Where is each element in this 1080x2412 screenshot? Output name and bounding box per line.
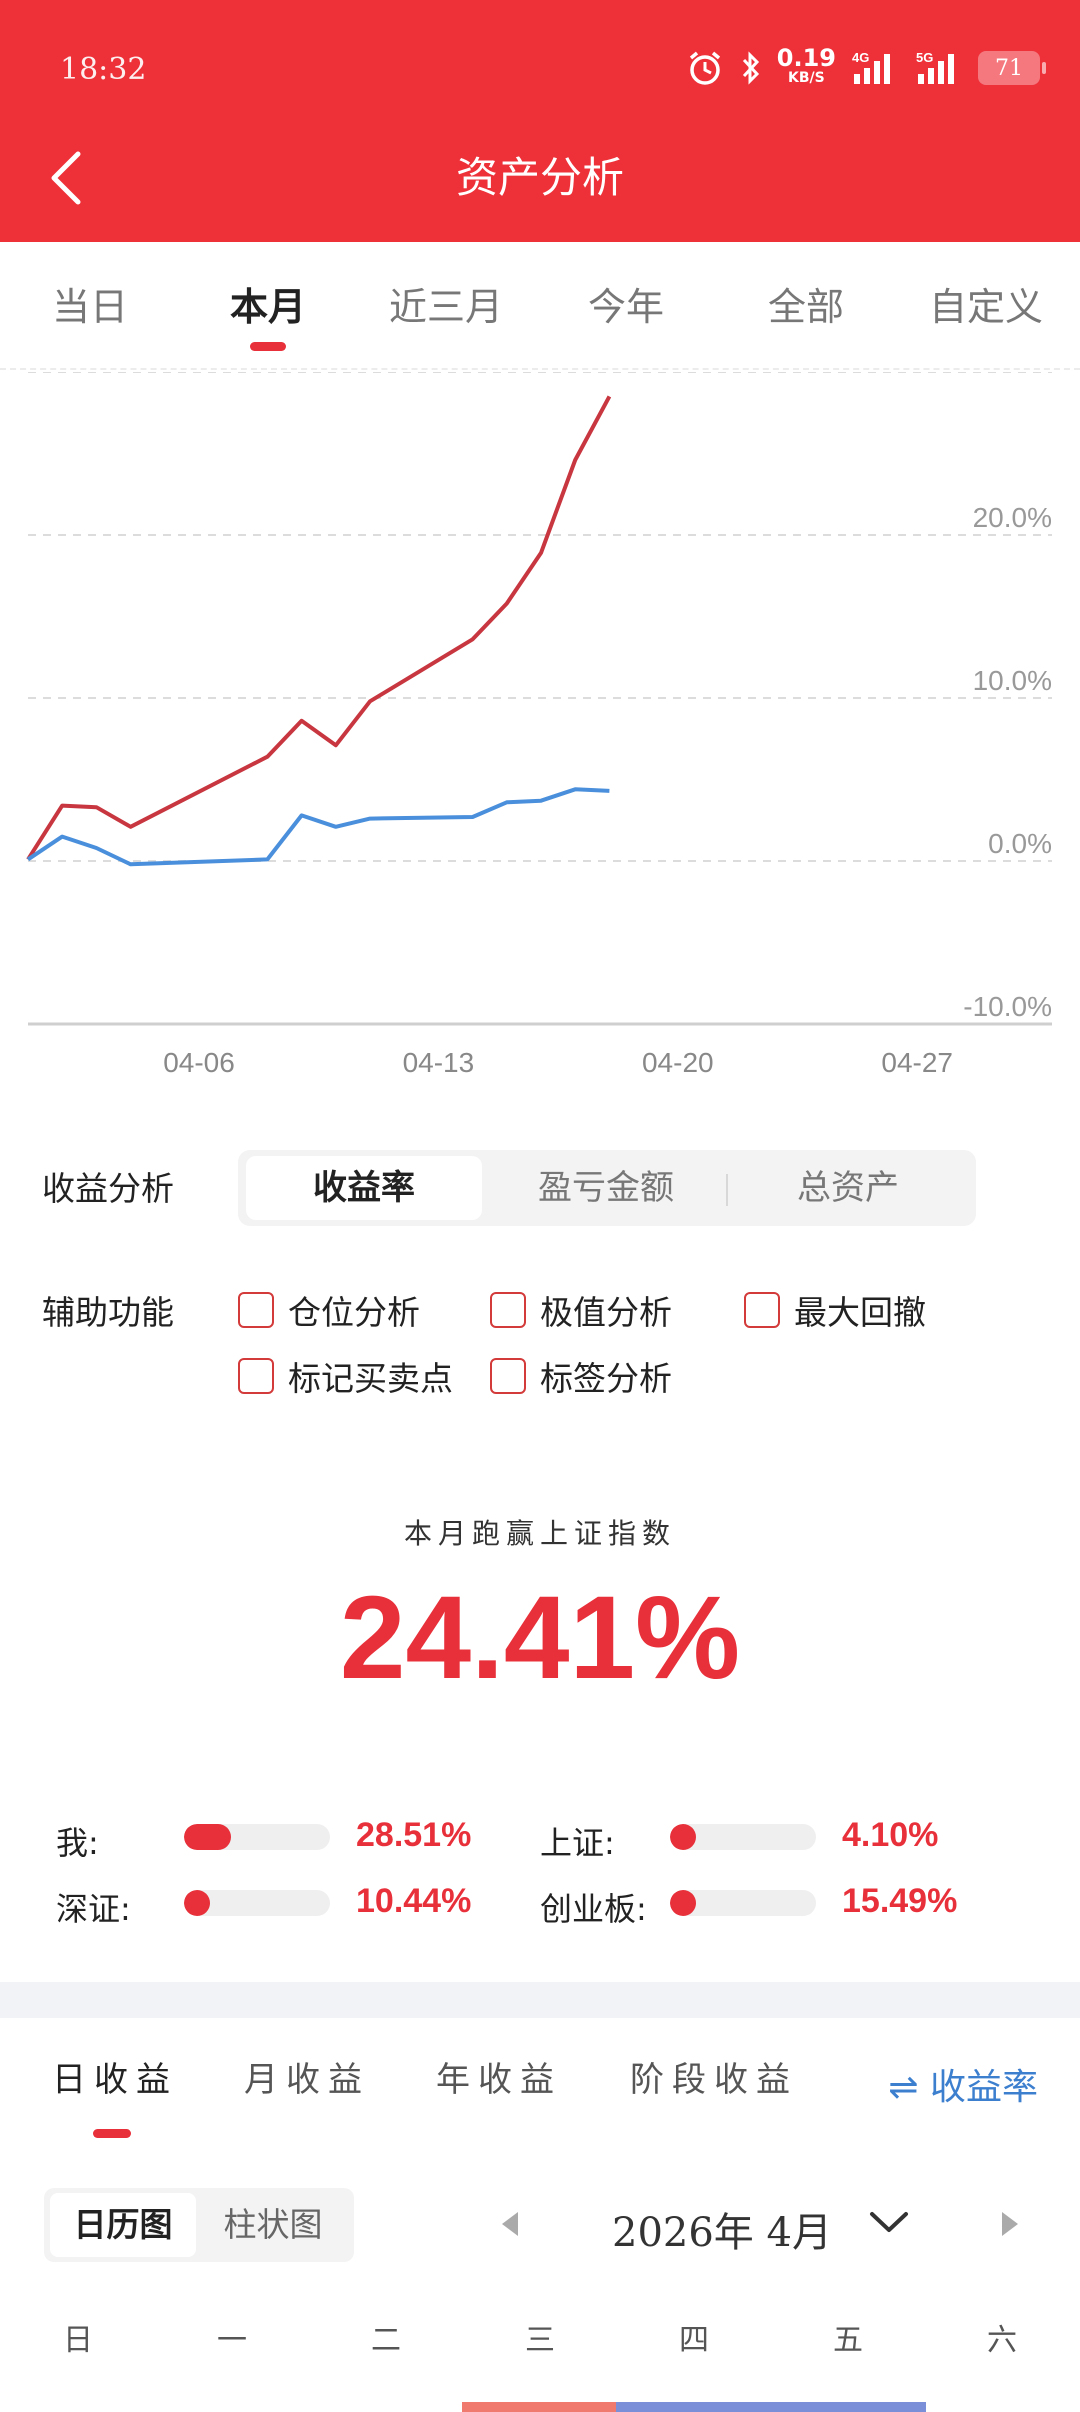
- me-value: 28.51%: [356, 1816, 472, 1854]
- shanghai-bar: [670, 1824, 816, 1850]
- y-tick-label: -10.0%: [963, 991, 1052, 1022]
- calendar-cell-strip-a: [462, 2402, 616, 2412]
- period-tabs: 当日 本月 近三月 今年 全部 自定义: [0, 242, 1080, 370]
- tab-stage-return[interactable]: 阶段收益: [630, 2052, 798, 2101]
- page-title: 资产分析: [455, 153, 624, 202]
- shanghai-label: 上证:: [540, 1824, 615, 1862]
- outperform-title: 本月跑赢上证指数: [403, 1517, 676, 1550]
- shenzhen-value: 10.44%: [356, 1882, 472, 1920]
- app-header: 18:32 0.19 KB/S 4G 5G 71 资产分析: [0, 0, 1080, 242]
- prev-month-icon[interactable]: [496, 2206, 526, 2242]
- checkbox-position-analysis[interactable]: 仓位分析: [238, 1286, 420, 1334]
- shenzhen-bar: [184, 1890, 330, 1916]
- analysis-segmented-control: 收益率 盈亏金额 总资产: [238, 1150, 976, 1226]
- signal-5g-icon: 5G: [916, 50, 954, 84]
- x-tick-label: 04-27: [881, 1047, 953, 1078]
- return-chart-svg: 20.0% 10.0% 0.0% -10.0% 04-06 04-13 04-20 04-2…: [26, 372, 1052, 1078]
- x-tick-label: 04-20: [642, 1047, 714, 1078]
- tab-three-months[interactable]: 近三月: [356, 276, 536, 331]
- tab-monthly-return[interactable]: 月收益: [244, 2052, 370, 2101]
- status-time: 18:32: [60, 52, 147, 87]
- tab-today[interactable]: 当日: [0, 276, 180, 331]
- view-calendar[interactable]: 日历图: [50, 2193, 196, 2257]
- tab-this-month[interactable]: 本月: [178, 276, 358, 331]
- calendar-view-switch: 日历图 柱状图: [44, 2188, 354, 2262]
- shenzhen-label: 深证:: [56, 1890, 131, 1928]
- y-tick-label: 20.0%: [973, 502, 1052, 533]
- checkbox-mark-trades[interactable]: 标记买卖点: [238, 1352, 453, 1400]
- weekday-fri: 五: [833, 2323, 863, 2358]
- next-month-icon[interactable]: [994, 2206, 1024, 2242]
- weekday-thu: 四: [679, 2323, 709, 2358]
- checkbox-extremum-analysis[interactable]: 极值分析: [490, 1286, 672, 1334]
- segment-return-rate[interactable]: 收益率: [246, 1156, 482, 1220]
- active-tab-indicator: [250, 342, 286, 351]
- checkbox-tag-analysis[interactable]: 标签分析: [490, 1352, 672, 1400]
- checkbox-box[interactable]: [238, 1292, 274, 1328]
- aux-label: 辅助功能: [42, 1293, 174, 1332]
- return-chart: 20.0% 10.0% 0.0% -10.0% 04-06 04-13 04-20 04-2…: [0, 372, 1080, 1082]
- shenzhen-bar-fill: [184, 1890, 210, 1916]
- tab-custom[interactable]: 自定义: [896, 276, 1076, 331]
- period-tab-indicator: [93, 2129, 131, 2138]
- outperform-value: 24.41%: [339, 1572, 741, 1704]
- checkbox-box[interactable]: [744, 1292, 780, 1328]
- y-tick-label: 10.0%: [973, 665, 1052, 696]
- tab-daily-return[interactable]: 日收益: [52, 2052, 178, 2101]
- weekday-sun: 日: [63, 2323, 93, 2358]
- signal-4g-icon: 4G: [852, 50, 890, 84]
- chinext-value: 15.49%: [842, 1882, 958, 1920]
- checkbox-box[interactable]: [490, 1358, 526, 1394]
- status-icons: 0.19 KB/S 4G 5G 71: [685, 44, 1046, 90]
- x-tick-label: 04-13: [403, 1047, 475, 1078]
- index-return-line: [26, 787, 610, 867]
- alarm-icon: [689, 51, 720, 85]
- month-label: 2026年 4月: [612, 2210, 832, 2256]
- svg-text:5G: 5G: [916, 50, 933, 65]
- section-separator: [0, 1982, 1080, 2018]
- chinext-bar: [670, 1890, 816, 1916]
- me-bar-fill: [184, 1824, 231, 1850]
- yield-toggle-button[interactable]: ⇌ 收益率: [888, 2058, 1038, 2110]
- weekday-tue: 二: [371, 2323, 401, 2358]
- segment-total-assets[interactable]: 总资产: [730, 1156, 966, 1220]
- checkbox-box[interactable]: [490, 1292, 526, 1328]
- shanghai-value: 4.10%: [842, 1816, 939, 1854]
- x-tick-label: 04-06: [163, 1047, 235, 1078]
- chinext-label: 创业板:: [540, 1890, 647, 1928]
- tab-all[interactable]: 全部: [716, 276, 896, 331]
- weekday-mon: 一: [217, 2323, 247, 2358]
- shanghai-bar-fill: [670, 1824, 696, 1850]
- segment-profit-amount[interactable]: 盈亏金额: [488, 1156, 724, 1220]
- y-tick-label: 0.0%: [988, 828, 1052, 859]
- view-bar-chart[interactable]: 柱状图: [200, 2193, 346, 2257]
- weekday-wed: 三: [525, 2323, 555, 2358]
- checkbox-max-drawdown[interactable]: 最大回撤: [744, 1286, 926, 1334]
- me-label: 我:: [56, 1824, 99, 1862]
- analysis-label: 收益分析: [42, 1169, 174, 1208]
- weekday-sat: 六: [987, 2323, 1017, 2358]
- calendar-cell-strip-b: [616, 2402, 926, 2412]
- bluetooth-icon: [742, 51, 759, 85]
- chinext-bar-fill: [670, 1890, 696, 1916]
- chevron-down-icon[interactable]: [866, 2202, 912, 2242]
- battery-indicator: 71: [978, 51, 1046, 85]
- me-bar: [184, 1824, 330, 1850]
- segment-divider: [726, 1174, 728, 1206]
- net-speed: 0.19 KB/S: [776, 44, 836, 86]
- my-return-line: [26, 395, 612, 861]
- checkbox-box[interactable]: [238, 1358, 274, 1394]
- svg-text:4G: 4G: [852, 50, 869, 65]
- tab-this-year[interactable]: 今年: [536, 276, 716, 331]
- tab-yearly-return[interactable]: 年收益: [436, 2052, 562, 2101]
